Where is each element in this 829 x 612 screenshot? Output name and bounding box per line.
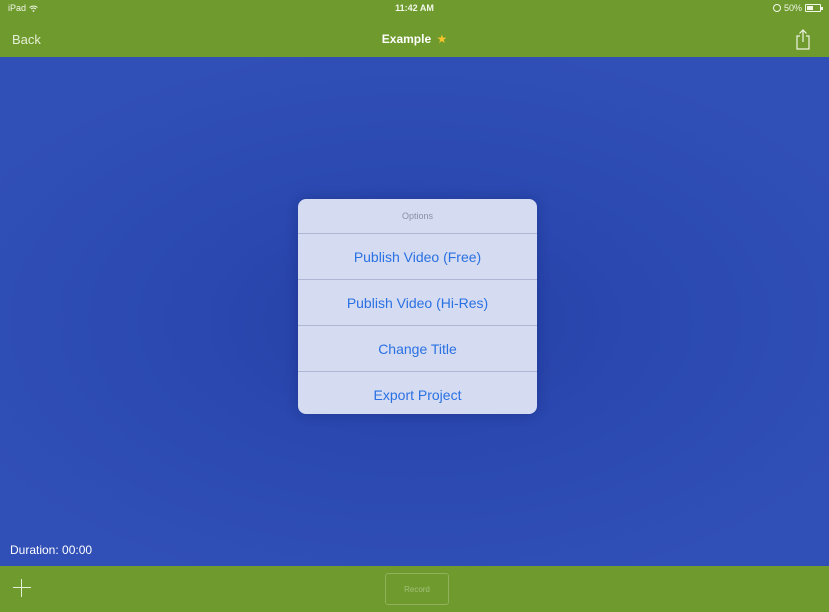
bottom-toolbar: Record bbox=[0, 566, 829, 612]
page-title: Example ★ bbox=[0, 32, 829, 46]
battery-percent: 50% bbox=[783, 3, 802, 13]
battery-icon bbox=[805, 4, 823, 12]
add-button[interactable] bbox=[10, 576, 34, 600]
export-project-button[interactable]: Export Project bbox=[298, 372, 537, 414]
status-bar: iPad 11:42 AM 50% bbox=[0, 0, 829, 18]
publish-free-button[interactable]: Publish Video (Free) bbox=[298, 234, 537, 280]
app-screen: iPad 11:42 AM 50% Back Example ★ Duratio… bbox=[0, 0, 829, 612]
options-popup: Options Publish Video (Free) Publish Vid… bbox=[298, 199, 537, 414]
page-title-text: Example bbox=[381, 32, 432, 46]
star-icon: ★ bbox=[436, 32, 448, 46]
options-header: Options bbox=[298, 199, 537, 234]
duration-label: Duration: 00:00 bbox=[10, 543, 93, 557]
change-title-button[interactable]: Change Title bbox=[298, 326, 537, 372]
share-button[interactable] bbox=[793, 29, 813, 51]
nav-bar: Back Example ★ bbox=[0, 22, 829, 56]
share-icon bbox=[796, 29, 810, 50]
record-button[interactable]: Record bbox=[385, 573, 449, 605]
status-time: 11:42 AM bbox=[395, 3, 434, 13]
status-right: 50% bbox=[772, 3, 823, 13]
publish-hires-button[interactable]: Publish Video (Hi-Res) bbox=[298, 280, 537, 326]
top-bar: iPad 11:42 AM 50% Back Example ★ bbox=[0, 0, 829, 57]
orientation-lock-icon bbox=[772, 4, 781, 12]
